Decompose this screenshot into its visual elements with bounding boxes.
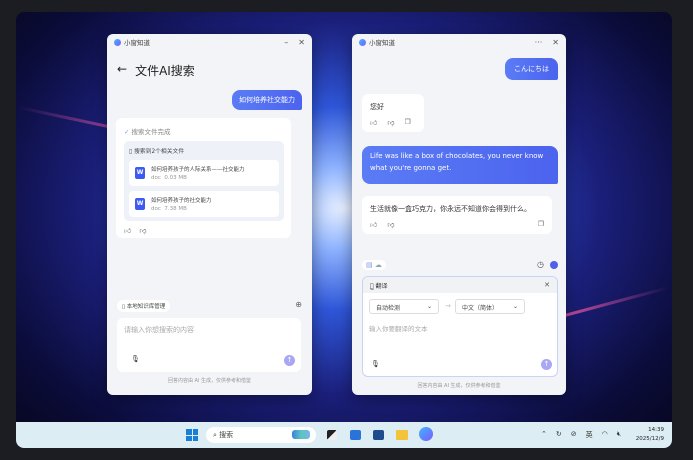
- ai-assistant-app-icon[interactable]: [419, 427, 433, 441]
- new-chat-icon[interactable]: ⊕: [295, 300, 302, 309]
- mode-toggle[interactable]: ▤ ☁︎: [362, 260, 386, 270]
- desktop: 小窗知道 – ✕ ← 文件AI搜索 如何培养社交能力 ✓ 搜索文件完成 ▯ 搜索到…: [16, 12, 672, 448]
- translate-header: 文̲ 翻译 ✕: [363, 277, 557, 293]
- file-size: 7.38 MB: [164, 206, 187, 212]
- copy-icon[interactable]: ❐: [404, 118, 410, 127]
- file-name: 如何培养孩子的人际关系——社交能力: [151, 167, 245, 173]
- target-language-select[interactable]: 中文（简体） ⌄: [455, 299, 525, 314]
- microphone-icon[interactable]: 🎙︎: [371, 360, 380, 368]
- target-language: 中文（简体）: [462, 305, 499, 312]
- disclaimer: 回答内容由 AI 生成，仅供参考和借鉴: [167, 378, 252, 384]
- search-result-card: ✓ 搜索文件完成 ▯ 搜索到2个相关文件 W 如何培养孩子的人际关系——社交能力…: [116, 118, 291, 238]
- file-meta: doc 7.38 MB: [151, 206, 187, 212]
- search-status: 搜索文件完成: [131, 128, 171, 136]
- date: 2025/12/9: [635, 436, 664, 442]
- assistant-message: 生活就像一盒巧克力，你永远不知道你会得到什么。 👍︎ 👎︎ ❐: [362, 196, 552, 234]
- outlook-icon[interactable]: [350, 430, 361, 440]
- source-language-select[interactable]: 自动检测 ⌄: [369, 299, 439, 314]
- search-highlight-icon: [292, 430, 310, 439]
- file-type: doc: [151, 206, 161, 212]
- sync-icon[interactable]: ↻: [556, 430, 562, 440]
- back-arrow-icon[interactable]: ←: [117, 62, 127, 79]
- check-icon: ✓: [124, 128, 132, 136]
- title-bar: 小窗知道 – ✕: [107, 34, 312, 50]
- found-files-panel: ▯ 搜索到2个相关文件 W 如何培养孩子的人际关系——社交能力 doc 0.03…: [124, 141, 284, 221]
- ime-indicator[interactable]: 英: [586, 430, 593, 440]
- message-text: 您好: [370, 103, 384, 111]
- volume-muted-icon[interactable]: 🔇︎: [617, 430, 621, 440]
- thumbs-up-icon[interactable]: 👍︎: [370, 220, 377, 229]
- send-button[interactable]: ↑: [541, 359, 552, 370]
- wifi-icon[interactable]: ◠: [602, 430, 608, 440]
- cloud-icon[interactable]: ☁︎: [375, 261, 382, 269]
- chevron-up-icon[interactable]: ⌃: [541, 430, 547, 440]
- word-doc-icon: W: [135, 167, 145, 179]
- taskbar: ⌕ 搜索 ⌃ ↻ ⊘ 英 ◠ 🔇︎ 14:39 2025/12/9: [16, 422, 672, 448]
- kb-manage-label: 本地知识库管理: [126, 304, 166, 310]
- file-item[interactable]: W 如何培养孩子的社交能力 doc 7.38 MB: [129, 191, 279, 217]
- translate-panel: 文̲ 翻译 ✕ 自动检测 ⌄ → 中文（简体） ⌄ 输入你要翻译的文本 🎙︎ ↑: [362, 276, 558, 377]
- app-title: 小窗知道: [124, 39, 150, 47]
- app-title: 小窗知道: [369, 39, 395, 47]
- file-search-window: 小窗知道 – ✕ ← 文件AI搜索 如何培养社交能力 ✓ 搜索文件完成 ▯ 搜索到…: [107, 34, 312, 395]
- file-explorer-icon[interactable]: [396, 430, 408, 440]
- close-button[interactable]: ✕: [298, 38, 305, 47]
- message-text: 生活就像一盒巧克力，你永远不知道你会得到什么。: [370, 205, 531, 213]
- translate-input[interactable]: 输入你要翻译的文本: [369, 323, 428, 333]
- arrow-right-icon: →: [445, 302, 451, 310]
- file-meta: doc 0.03 MB: [151, 175, 187, 181]
- file-item[interactable]: W 如何培养孩子的人际关系——社交能力 doc 0.03 MB: [129, 160, 279, 186]
- store-icon[interactable]: [373, 430, 384, 440]
- word-doc-icon: W: [135, 198, 145, 210]
- translate-title: 翻译: [375, 283, 388, 290]
- document-icon[interactable]: ▤: [366, 261, 373, 269]
- input-placeholder: 请输入你想搜索的内容: [124, 326, 194, 334]
- disclaimer: 回答内容由 AI 生成，仅供参考和借鉴: [417, 383, 501, 389]
- chat-window: 小窗知道 ··· ✕ こんにちは 您好 👍︎ 👎︎ ❐ Life was like a…: [352, 34, 566, 395]
- history-icon[interactable]: ◷: [537, 260, 544, 269]
- thumbs-up-icon[interactable]: 👍︎: [370, 118, 377, 127]
- microphone-icon[interactable]: 🎙︎: [131, 355, 140, 363]
- close-button[interactable]: ✕: [552, 38, 559, 47]
- assistant-message: 您好 👍︎ 👎︎ ❐: [362, 94, 424, 132]
- new-chat-icon[interactable]: [550, 261, 558, 269]
- copy-icon[interactable]: ❐: [538, 220, 544, 228]
- minimize-button[interactable]: –: [284, 38, 288, 47]
- kb-manage-button[interactable]: ▯ 本地知识库管理: [117, 300, 171, 312]
- user-message: 如何培养社交能力: [232, 90, 302, 110]
- chevron-down-icon: ⌄: [426, 303, 432, 310]
- taskbar-search[interactable]: ⌕ 搜索: [206, 427, 316, 443]
- thumbs-up-icon[interactable]: 👍︎: [124, 226, 131, 235]
- chevron-down-icon: ⌄: [512, 303, 518, 310]
- file-name: 如何培养孩子的社交能力: [151, 198, 212, 204]
- user-message: こんにちは: [505, 58, 558, 80]
- battery-saver-icon[interactable]: ⊘: [571, 430, 577, 440]
- more-button[interactable]: ···: [535, 38, 543, 47]
- app-logo-icon: [359, 38, 366, 46]
- close-translate-button[interactable]: ✕: [544, 281, 550, 289]
- title-bar: 小窗知道 ··· ✕: [352, 34, 566, 50]
- found-label: 搜索到2个相关文件: [134, 149, 185, 155]
- task-view-icon[interactable]: [327, 430, 337, 440]
- time: 14:39: [648, 427, 664, 433]
- thumbs-down-icon[interactable]: 👎︎: [387, 118, 394, 127]
- source-language: 自动检测: [376, 305, 401, 312]
- thumbs-down-icon[interactable]: 👎︎: [139, 226, 146, 235]
- clock[interactable]: 14:39 2025/12/9: [636, 426, 664, 444]
- app-logo-icon: [114, 38, 121, 46]
- thumbs-down-icon[interactable]: 👎︎: [387, 220, 394, 229]
- page-title: 文件AI搜索: [135, 64, 195, 78]
- send-button[interactable]: ↑: [284, 355, 295, 366]
- file-type: doc: [151, 175, 161, 181]
- search-input[interactable]: 请输入你想搜索的内容 🎙︎ ↑: [117, 318, 301, 372]
- search-placeholder: 搜索: [219, 431, 234, 439]
- user-message: Life was like a box of chocolates, you n…: [362, 146, 558, 184]
- start-button[interactable]: [186, 429, 198, 441]
- file-size: 0.03 MB: [164, 175, 187, 181]
